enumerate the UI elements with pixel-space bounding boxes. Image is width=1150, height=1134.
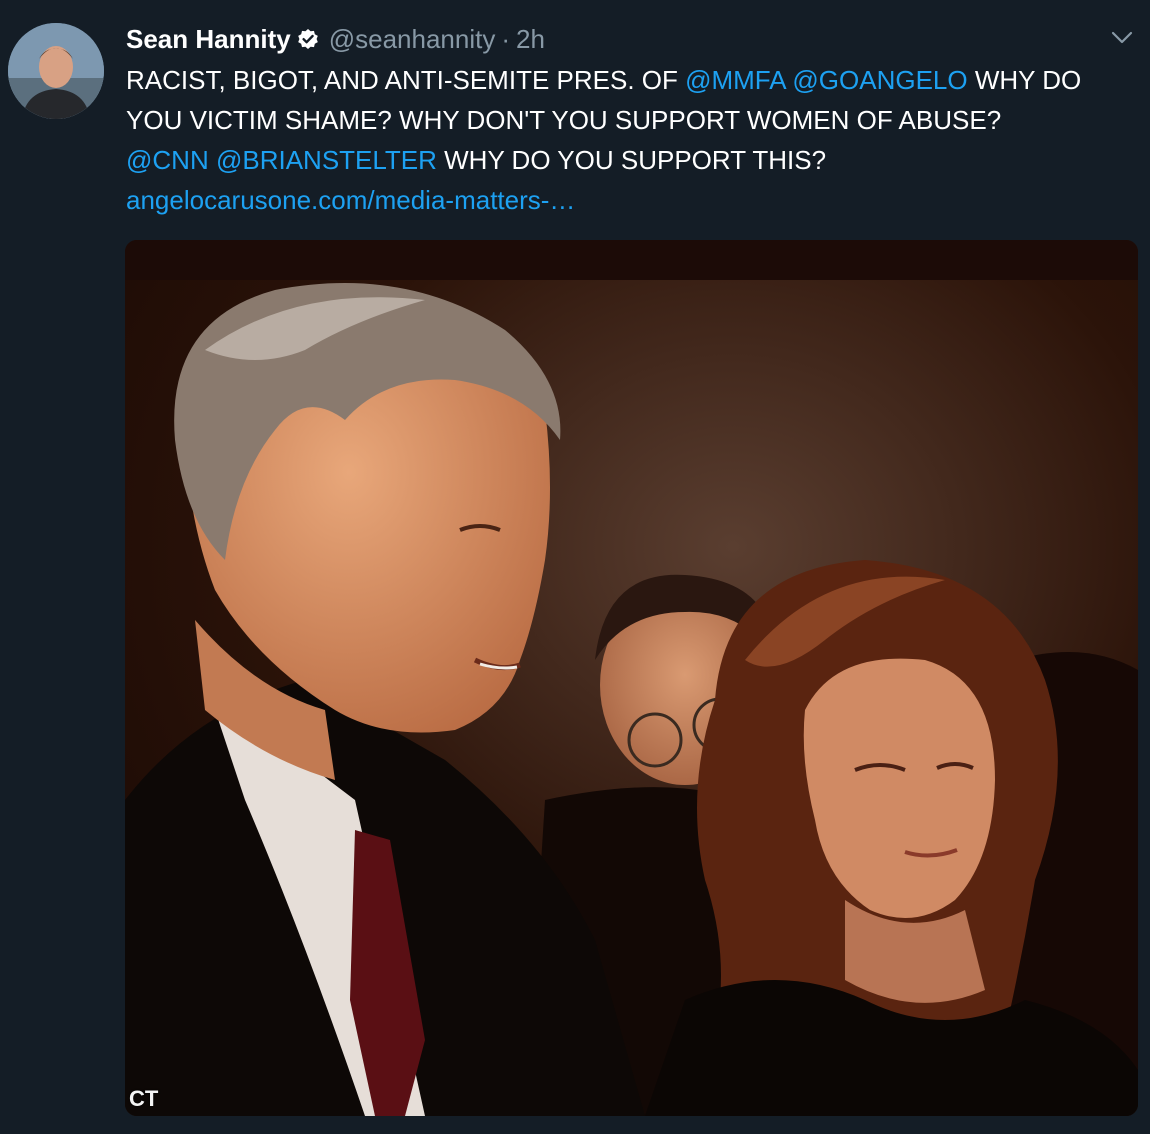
tweet-header: Sean Hannity @seanhannity · 2h xyxy=(126,22,545,56)
verified-badge-icon xyxy=(297,28,319,50)
author-display-name[interactable]: Sean Hannity xyxy=(126,24,291,55)
tweet-link[interactable]: angelocarusone.com/media-matters-… xyxy=(126,180,1136,220)
header-separator: · xyxy=(501,23,511,54)
text-segment: WHY DO xyxy=(967,65,1082,95)
photo-watermark: CT xyxy=(129,1086,159,1111)
chevron-down-icon[interactable] xyxy=(1110,30,1134,46)
tweet-text-line-3: @CNN @BRIANSTELTER WHY DO YOU SUPPORT TH… xyxy=(126,140,1136,180)
mention-mmfa[interactable]: @MMFA xyxy=(685,65,785,95)
tweet-timestamp[interactable]: 2h xyxy=(516,24,545,55)
text-space xyxy=(209,145,216,175)
avatar-photo xyxy=(8,23,104,119)
author-handle[interactable]: @seanhannity xyxy=(329,24,496,55)
tweet-text: RACIST, BIGOT, AND ANTI-SEMITE PRES. OF … xyxy=(126,60,1136,220)
mention-cnn[interactable]: @CNN xyxy=(126,145,209,175)
tweet-text-line-1: RACIST, BIGOT, AND ANTI-SEMITE PRES. OF … xyxy=(126,60,1136,100)
photo-image xyxy=(125,240,1138,1116)
text-segment: WHY DO YOU SUPPORT THIS? xyxy=(436,145,827,175)
mention-goangelo[interactable]: @GOANGELO xyxy=(792,65,967,95)
tweet[interactable]: Sean Hannity @seanhannity · 2h RACIST, B… xyxy=(0,0,1150,1134)
mention-brianstelter[interactable]: @BRIANSTELTER xyxy=(216,145,437,175)
tweet-text-line-2: YOU VICTIM SHAME? WHY DON'T YOU SUPPORT … xyxy=(126,105,1002,135)
tweet-media-photo[interactable]: CT xyxy=(125,240,1138,1116)
text-segment: RACIST, BIGOT, AND ANTI-SEMITE PRES. OF xyxy=(126,65,686,95)
avatar[interactable] xyxy=(8,23,104,119)
